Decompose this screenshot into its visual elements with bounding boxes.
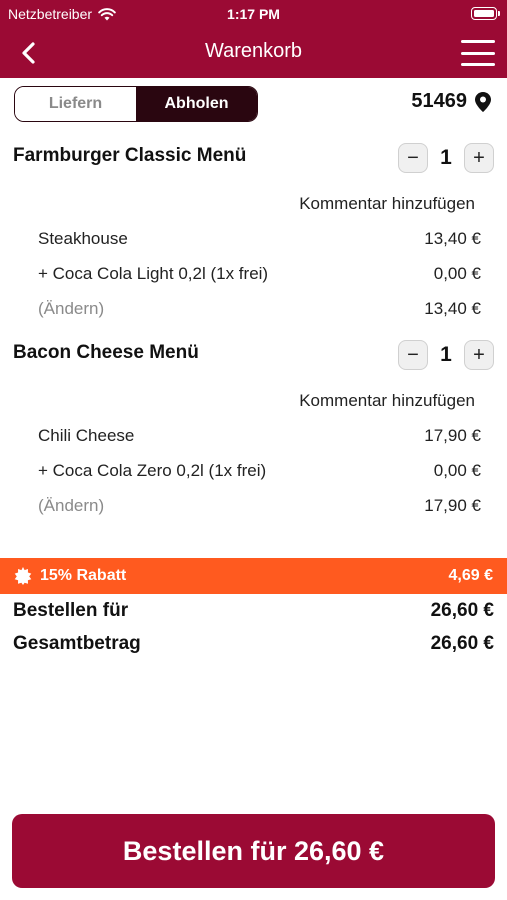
discount-bar: 15% Rabatt 4,69 € — [0, 558, 507, 594]
store-selector[interactable]: 51469 — [411, 90, 491, 113]
page-title: Warenkorb — [204, 40, 303, 62]
decrease-button[interactable]: − — [398, 340, 428, 370]
item-line-price: 0,00 € — [433, 461, 481, 480]
item-line-label: Chili Cheese — [38, 426, 135, 445]
item-line: Steakhouse 13,40 € — [38, 229, 481, 249]
item-line-label: + Coca Cola Light 0,2l (1x frei) — [38, 264, 269, 283]
decrease-button[interactable]: − — [398, 143, 428, 173]
quantity-value: 1 — [440, 146, 452, 169]
clock: 1:17 PM — [227, 6, 280, 22]
order-for-row: Bestellen für 26,60 € — [13, 600, 494, 622]
item-line: + Coca Cola Zero 0,2l (1x frei) 0,00 € — [38, 461, 481, 481]
delivery-mode-toggle: Liefern Abholen — [14, 86, 258, 122]
item-subtotal: 13,40 € — [424, 299, 481, 318]
increase-button[interactable]: + — [464, 143, 494, 173]
nav-bar: Warenkorb — [0, 28, 507, 78]
item-line: + Coca Cola Light 0,2l (1x frei) 0,00 € — [38, 264, 481, 284]
grand-total-row: Gesamtbetrag 26,60 € — [13, 633, 494, 655]
discount-badge-icon — [14, 567, 32, 585]
add-comment-link[interactable]: Kommentar hinzufügen — [299, 391, 475, 411]
item-subtotal: 17,90 € — [424, 496, 481, 515]
quantity-stepper: − 1 + — [398, 143, 494, 173]
change-item-link[interactable]: (Ändern) — [38, 299, 104, 319]
increase-button[interactable]: + — [464, 340, 494, 370]
location-pin-icon — [475, 91, 491, 112]
discount-label-group: 15% Rabatt — [14, 567, 126, 585]
item-line: (Ändern) 13,40 € — [38, 299, 481, 319]
item-line-price: 0,00 € — [433, 264, 481, 283]
add-comment-link[interactable]: Kommentar hinzufügen — [299, 194, 475, 214]
item-line-label: + Coca Cola Zero 0,2l (1x frei) — [38, 461, 267, 480]
item-line: Chili Cheese 17,90 € — [38, 426, 481, 446]
item-line-price: 17,90 € — [424, 426, 481, 445]
item-line-label: Steakhouse — [38, 229, 128, 248]
quantity-value: 1 — [440, 343, 452, 366]
change-item-link[interactable]: (Ändern) — [38, 496, 104, 516]
discount-label: 15% Rabatt — [40, 567, 127, 584]
toggle-abholen[interactable]: Abholen — [136, 87, 257, 121]
total-label: Bestellen für — [13, 600, 129, 621]
cart-item-title: Bacon Cheese Menü — [13, 342, 199, 363]
hamburger-menu-icon[interactable] — [461, 40, 495, 66]
cart-item-title: Farmburger Classic Menü — [13, 145, 247, 166]
item-line: (Ändern) 17,90 € — [38, 496, 481, 516]
total-label: Gesamtbetrag — [13, 633, 141, 654]
item-line-price: 13,40 € — [424, 229, 481, 248]
total-value: 26,60 € — [430, 600, 494, 621]
place-order-button[interactable]: Bestellen für 26,60 € — [12, 814, 495, 888]
store-number: 51469 — [411, 90, 467, 112]
discount-amount: 4,69 € — [448, 567, 493, 584]
battery-icon — [471, 7, 500, 20]
quantity-stepper: − 1 + — [398, 340, 494, 370]
total-value: 26,60 € — [430, 633, 494, 654]
toggle-liefern[interactable]: Liefern — [15, 87, 136, 121]
status-bar: Netzbetreiber 1:17 PM — [0, 0, 507, 28]
